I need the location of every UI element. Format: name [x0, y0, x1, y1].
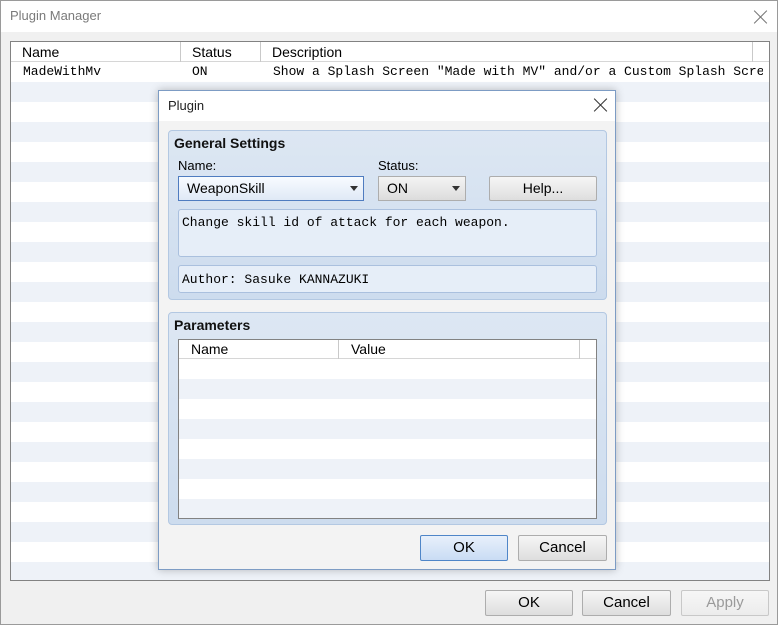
title-bar: Plugin Manager: [1, 1, 777, 32]
table-row[interactable]: MadeWithMv ON Show a Splash Screen "Made…: [11, 62, 769, 82]
param-column-filler: [580, 340, 596, 359]
empty-parameter-row: [179, 419, 596, 439]
plugin-dialog: Plugin General Settings Name: Status: We…: [158, 90, 616, 570]
dialog-cancel-button[interactable]: Cancel: [518, 535, 607, 561]
parameters-table[interactable]: Name Value: [178, 339, 597, 519]
table-header: Name Status Description: [11, 42, 769, 62]
plugin-description-box: Change skill id of attack for each weapo…: [178, 209, 597, 257]
ok-button[interactable]: OK: [485, 590, 573, 616]
help-button[interactable]: Help...: [489, 176, 597, 201]
plugin-name-value: WeaponSkill: [187, 180, 265, 196]
name-label: Name:: [178, 158, 217, 173]
parameters-body: [179, 359, 596, 518]
empty-parameter-row: [179, 359, 596, 379]
general-settings-title: General Settings: [174, 135, 286, 151]
plugin-status-value: ON: [387, 180, 408, 196]
parameters-header: Name Value: [179, 340, 596, 359]
plugin-name-cell: MadeWithMv: [23, 64, 102, 79]
close-icon[interactable]: [753, 9, 769, 25]
empty-parameter-row: [179, 439, 596, 459]
apply-button[interactable]: Apply: [681, 590, 769, 616]
empty-parameter-row: [179, 399, 596, 419]
dialog-title-bar: Plugin: [159, 91, 615, 121]
empty-parameter-row: [179, 479, 596, 499]
cancel-button[interactable]: Cancel: [582, 590, 671, 616]
empty-parameter-row: [179, 459, 596, 479]
plugin-status-cell: ON: [192, 64, 208, 79]
empty-parameter-row: [179, 379, 596, 399]
chevron-down-icon: [452, 186, 460, 191]
plugin-description-cell: Show a Splash Screen "Made with MV" and/…: [273, 64, 763, 79]
dialog-title: Plugin: [168, 98, 205, 113]
param-column-value[interactable]: Value: [339, 340, 580, 359]
param-column-name[interactable]: Name: [179, 340, 339, 359]
window-title: Plugin Manager: [10, 8, 102, 23]
column-header-status[interactable]: Status: [181, 42, 261, 62]
general-settings-group: General Settings Name: Status: WeaponSki…: [168, 130, 607, 300]
dialog-close-icon[interactable]: [593, 97, 609, 113]
parameters-title: Parameters: [174, 317, 251, 333]
column-header-filler: [753, 42, 769, 62]
plugin-author-box: Author: Sasuke KANNAZUKI: [178, 265, 597, 293]
chevron-down-icon: [350, 186, 358, 191]
column-header-description[interactable]: Description: [261, 42, 753, 62]
plugin-status-select[interactable]: ON: [378, 176, 466, 201]
status-label: Status:: [378, 158, 419, 173]
dialog-ok-button[interactable]: OK: [420, 535, 508, 561]
parameters-group: Parameters Name Value: [168, 312, 607, 525]
empty-parameter-row: [179, 499, 596, 518]
column-header-name[interactable]: Name: [11, 42, 181, 62]
plugin-name-select[interactable]: WeaponSkill: [178, 176, 364, 201]
